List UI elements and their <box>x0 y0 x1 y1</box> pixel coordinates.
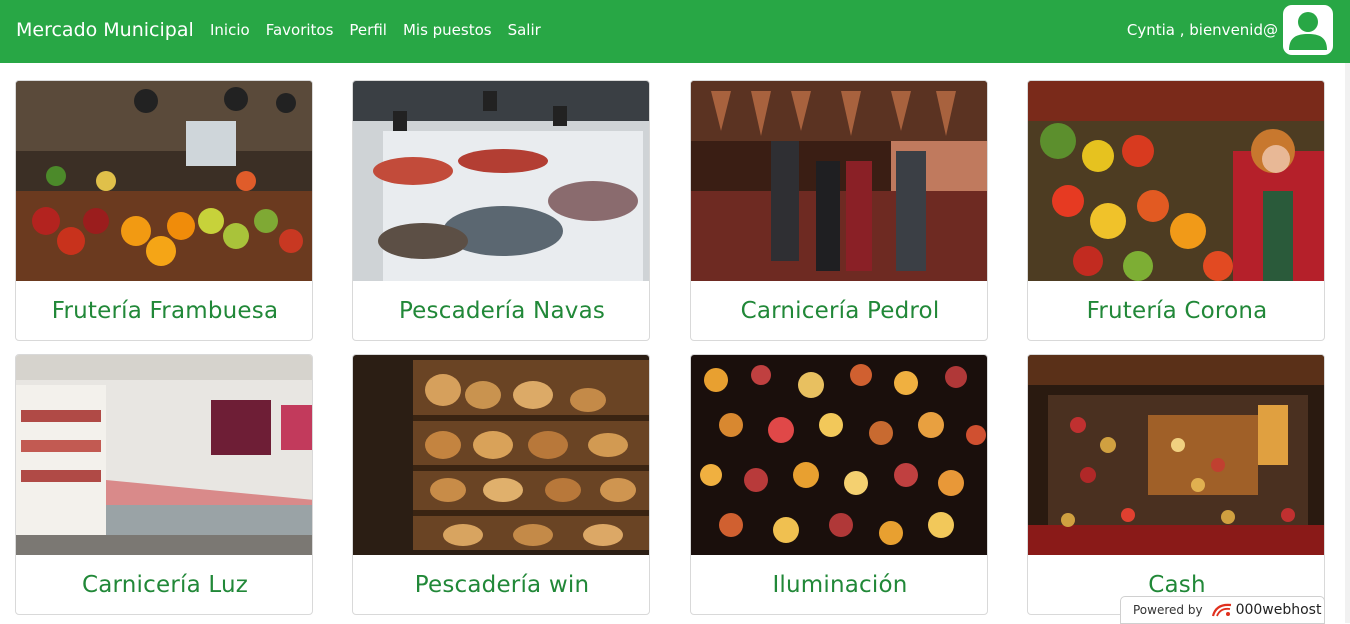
stall-card-fruteria-corona[interactable]: Frutería Corona <box>1027 80 1325 341</box>
avatar[interactable] <box>1283 5 1333 55</box>
vegetable-stall-photo <box>1028 81 1324 281</box>
card-title: Frutería Frambuesa <box>51 298 279 324</box>
stall-card-pescaderia-win[interactable]: Pescadería win <box>352 354 650 615</box>
meat-display-photo <box>16 355 312 555</box>
fish-counter-photo <box>353 81 649 281</box>
butcher-shop-photo <box>691 81 987 281</box>
card-title: Pescadería win <box>414 572 590 598</box>
stall-card-fruteria-frambuesa[interactable]: Frutería Frambuesa <box>15 80 313 341</box>
user-icon <box>1289 12 1327 50</box>
card-title: Carnicería Luz <box>81 572 249 598</box>
fruit-stall-photo <box>16 81 312 281</box>
nav-link-inicio[interactable]: Inicio <box>210 21 250 39</box>
navbar: Mercado Municipal Inicio Favoritos Perfi… <box>0 0 1350 63</box>
lamps-shop-photo <box>691 355 987 555</box>
stall-card-cash[interactable]: Cash <box>1027 354 1325 615</box>
nav-link-perfil[interactable]: Perfil <box>349 21 387 39</box>
brand-link[interactable]: Mercado Municipal <box>16 19 194 41</box>
stall-card-iluminacion[interactable]: Iluminación <box>690 354 988 615</box>
nav-link-favoritos[interactable]: Favoritos <box>266 21 334 39</box>
card-title: Carnicería Pedrol <box>740 298 940 324</box>
powered-by-label: Powered by <box>1133 603 1203 617</box>
stall-card-carniceria-pedrol[interactable]: Carnicería Pedrol <box>690 80 988 341</box>
bakery-shelves-photo <box>353 355 649 555</box>
nav-links: Inicio Favoritos Perfil Mis puestos Sali… <box>210 21 541 39</box>
powered-by-badge[interactable]: Powered by 000webhost <box>1120 596 1325 624</box>
stall-card-carniceria-luz[interactable]: Carnicería Luz <box>15 354 313 615</box>
webhost-logo-icon <box>1211 602 1233 618</box>
webhost-name: 000webhost <box>1235 602 1322 618</box>
nav-link-mis-puestos[interactable]: Mis puestos <box>403 21 492 39</box>
stall-card-pescaderia-navas[interactable]: Pescadería Navas <box>352 80 650 341</box>
card-title: Iluminación <box>772 572 908 598</box>
card-title: Frutería Corona <box>1086 298 1268 324</box>
welcome-text: Cyntia , bienvenid@ <box>1126 21 1278 39</box>
card-title: Pescadería Navas <box>398 298 606 324</box>
nav-link-salir[interactable]: Salir <box>508 21 541 39</box>
souvenir-stall-photo <box>1028 355 1324 555</box>
scrollbar[interactable] <box>1345 63 1350 623</box>
